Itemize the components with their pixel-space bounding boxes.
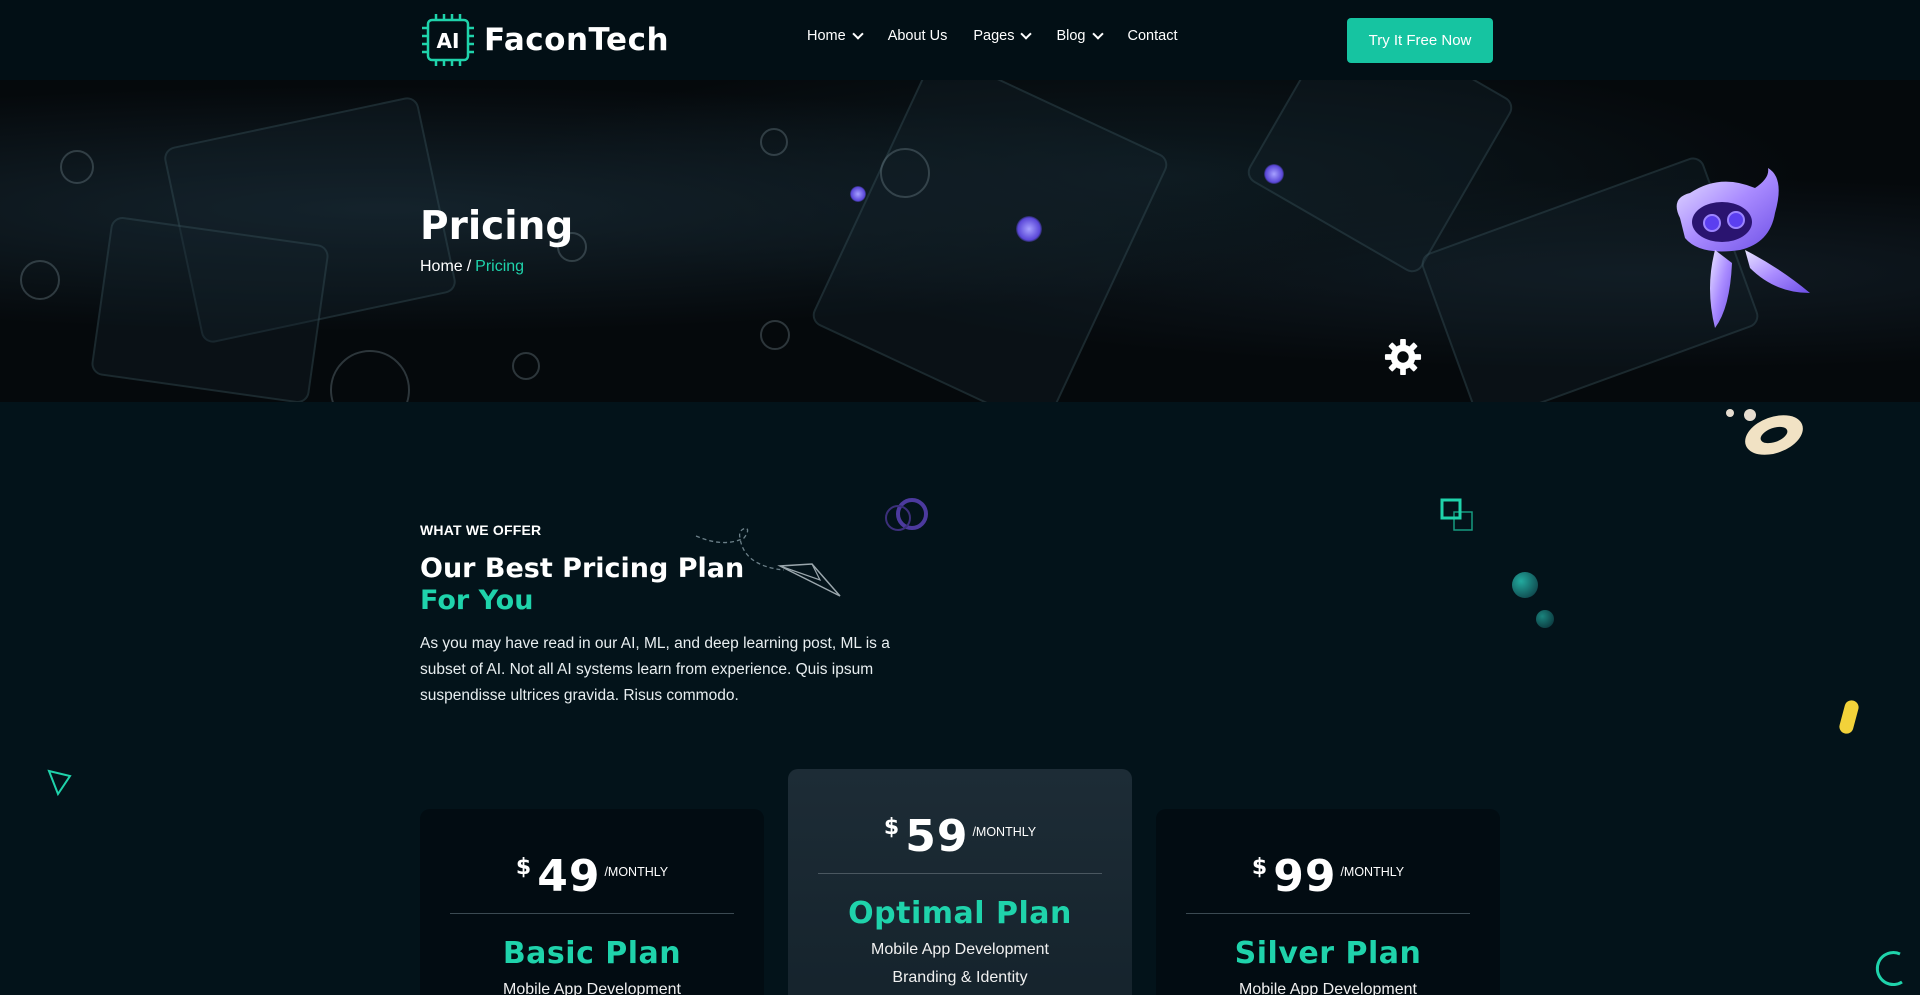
chevron-down-icon <box>1091 28 1104 40</box>
ring-decoration <box>880 148 930 198</box>
glow-orb <box>1264 164 1284 184</box>
price-period: /MONTHLY <box>972 825 1037 839</box>
nav-item-label: About Us <box>887 28 948 44</box>
ring-decoration <box>760 320 790 350</box>
nav-item-label: Home <box>807 28 846 44</box>
divider <box>1186 913 1470 914</box>
section-title-line1: Our Best Pricing Plan <box>420 553 745 584</box>
pricing-card-basic[interactable]: $ 49 /MONTHLY Basic Plan Mobile App Deve… <box>420 809 764 995</box>
chip-icon: AI <box>422 14 474 66</box>
breadcrumb: Home / Pricing <box>420 258 524 276</box>
price-period: /MONTHLY <box>604 865 669 879</box>
ring-decoration <box>512 352 540 380</box>
nav-item-home[interactable]: Home <box>807 28 864 44</box>
price: $ 49 /MONTHLY <box>420 809 764 913</box>
price-amount: 99 <box>1273 851 1337 902</box>
nav-item-label: Contact <box>1127 28 1178 44</box>
ring-decoration <box>885 498 928 531</box>
robot-illustration <box>1676 168 1810 328</box>
price: $ 99 /MONTHLY <box>1156 809 1500 913</box>
pricing-card-silver[interactable]: $ 99 /MONTHLY Silver Plan Mobile App Dev… <box>1156 809 1500 995</box>
bubble-decoration <box>1512 572 1538 598</box>
plan-feature: Branding & Identity <box>892 969 1028 986</box>
ring-decoration <box>20 260 60 300</box>
glow-orb <box>850 186 866 202</box>
page-hero: Pricing Home / Pricing <box>0 80 1920 402</box>
divider <box>450 913 734 914</box>
ring-decoration <box>760 128 788 156</box>
plan-name: Silver Plan <box>1234 936 1422 971</box>
price-currency: $ <box>883 815 900 840</box>
squares-icon <box>1440 498 1473 531</box>
logo-chip-text: AI <box>437 29 460 53</box>
nav-item-blog[interactable]: Blog <box>1056 28 1104 44</box>
price-amount: 59 <box>905 811 969 862</box>
page-title: Pricing <box>420 204 574 249</box>
circuit-board-decoration <box>808 80 1172 402</box>
section-title-line2: For You <box>420 585 534 616</box>
ring-decoration <box>330 350 410 402</box>
circuit-board-decoration <box>89 215 331 402</box>
breadcrumb-separator: / <box>466 258 472 275</box>
nav-item-contact[interactable]: Contact <box>1128 28 1178 44</box>
bubble-decoration <box>1536 610 1554 628</box>
section-description: As you may have read in our AI, ML, and … <box>420 635 890 704</box>
pricing-card-optimal[interactable]: $ 59 /MONTHLY Optimal Plan Mobile App De… <box>788 769 1132 995</box>
chevron-down-icon <box>852 28 864 40</box>
nav-item-pages[interactable]: Pages <box>973 28 1033 44</box>
brand-name: FaconTech <box>484 22 670 58</box>
try-free-button[interactable]: Try It Free Now <box>1347 18 1493 63</box>
nav-item-label: Pages <box>973 28 1015 44</box>
price-period: /MONTHLY <box>1340 865 1405 879</box>
brand-logo[interactable]: AI FaconTech <box>420 12 669 68</box>
section-eyebrow: WHAT WE OFFER <box>420 522 542 538</box>
chevron-down-icon <box>1020 28 1033 40</box>
plan-feature: Mobile App Development <box>503 981 681 995</box>
plan-feature: Mobile App Development <box>1239 981 1417 995</box>
ring-decoration <box>60 150 94 184</box>
ring-donut-decoration <box>1726 409 1803 455</box>
nav-item-about[interactable]: About Us <box>888 28 948 44</box>
price: $ 59 /MONTHLY <box>788 769 1132 873</box>
pill-decoration <box>1837 698 1861 736</box>
nav-item-label: Blog <box>1056 28 1086 44</box>
triangle-icon <box>47 769 72 797</box>
main-nav: Home About Us Pages Blog Contact <box>807 28 1203 44</box>
section-title: Our Best Pricing Plan For You <box>420 553 744 617</box>
price-currency: $ <box>515 855 532 880</box>
site-header: AI FaconTech Home About Us Pages Blog Co… <box>0 0 1920 80</box>
arc-decoration <box>1875 951 1903 987</box>
plan-feature: Mobile App Development <box>871 941 1049 958</box>
breadcrumb-current: Pricing <box>475 258 525 275</box>
plan-name: Basic Plan <box>502 936 682 971</box>
price-currency: $ <box>1251 855 1268 880</box>
price-amount: 49 <box>537 851 601 902</box>
plan-name: Optimal Plan <box>848 896 1072 931</box>
glow-orb <box>1016 216 1042 242</box>
divider <box>818 873 1102 874</box>
breadcrumb-home[interactable]: Home <box>420 258 463 275</box>
gear-icon <box>1384 338 1422 376</box>
